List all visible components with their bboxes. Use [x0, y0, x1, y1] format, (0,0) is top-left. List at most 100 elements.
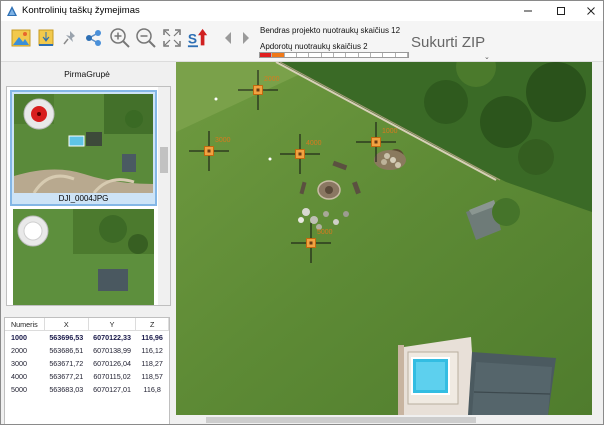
thumbnail-image — [13, 209, 154, 305]
column-header-z[interactable]: Z — [135, 318, 169, 331]
thumbnail-selected[interactable]: DJI_0004JPG — [10, 90, 157, 206]
table-header-row: Numeris X Y Z — [5, 318, 169, 331]
control-point-marker-3000[interactable]: 3000 — [189, 131, 231, 171]
cell-x: 563671,72 — [49, 359, 84, 368]
fit-screen-icon — [163, 29, 181, 47]
sort-icon: S — [187, 28, 208, 48]
minimize-icon — [524, 10, 532, 12]
table-row[interactable]: 1000 563696,53 6070122,33 116,96 — [5, 331, 169, 345]
create-zip-button[interactable]: Sukurti ZIP — [411, 34, 485, 51]
scrollbar-thumb[interactable] — [206, 417, 476, 423]
marker-label: 1000 — [382, 128, 398, 135]
toolbar-grip-icon[interactable]: ⌄ — [484, 53, 490, 61]
marker-label: 5000 — [317, 229, 333, 236]
zoom-out-icon — [136, 28, 156, 48]
sort-button[interactable]: S — [187, 27, 209, 49]
column-header-y[interactable]: Y — [88, 318, 137, 331]
fit-screen-button[interactable] — [161, 27, 183, 49]
window-title: Kontrolinių taškų žymejimas — [22, 5, 140, 16]
marker-label: 2000 — [264, 76, 280, 83]
progress-segment — [334, 53, 347, 57]
cell-y: 6070138,99 — [93, 346, 132, 355]
cell-number: 5000 — [11, 385, 27, 394]
progress-segment — [371, 53, 384, 57]
cell-z: 116,8 — [143, 385, 161, 394]
close-icon — [587, 7, 595, 15]
download-image-icon — [38, 29, 54, 46]
column-header-number[interactable]: Numeris — [5, 318, 45, 331]
vertical-scrollbar[interactable] — [592, 62, 603, 424]
processed-photos-label: Apdorotų nuotraukų skaičius 2 — [260, 42, 368, 51]
app-logo-icon — [7, 6, 17, 16]
control-point-marker-2000[interactable]: 2000 — [238, 70, 280, 110]
zoom-out-button[interactable] — [135, 27, 157, 49]
progress-segment — [322, 53, 334, 57]
thumbnail-scrollbar[interactable] — [158, 87, 170, 305]
progress-segment — [260, 53, 273, 57]
total-photos-label: Bendras projekto nuotraukų skaičius 12 — [260, 26, 401, 35]
cell-y: 6070122,33 — [93, 333, 132, 342]
control-point-marker-4000[interactable]: 4000 — [280, 134, 322, 174]
next-button[interactable] — [239, 27, 253, 49]
previous-button[interactable] — [221, 27, 235, 49]
cell-z: 118,57 — [141, 372, 163, 381]
thumbnail-list[interactable]: DJI_0004JPG — [6, 86, 171, 306]
progress-segment — [396, 53, 408, 57]
cell-z: 116,12 — [141, 346, 163, 355]
column-header-x[interactable]: X — [44, 318, 89, 331]
aerial-image-view[interactable]: 2000 3000 4000 1000 5000 — [176, 62, 592, 415]
table-row[interactable]: 4000 563677,21 6070115,02 118,57 — [5, 370, 169, 383]
table-row[interactable]: 2000 563686,51 6070138,99 116,12 — [5, 344, 169, 357]
zoom-in-button[interactable] — [109, 27, 131, 49]
horizontal-scrollbar[interactable] — [176, 415, 592, 424]
left-panel: PirmaGrupė DJI_0004JPG Numeris X Y Z 100… — [1, 62, 173, 424]
pin-icon — [63, 31, 75, 45]
thumbnail[interactable] — [13, 209, 154, 305]
cell-y: 6070126,04 — [93, 359, 132, 368]
progress-segment — [383, 53, 396, 57]
marker-layer: 2000 3000 4000 1000 5000 — [189, 70, 398, 263]
minimize-button[interactable] — [513, 1, 543, 21]
progress-segment — [309, 53, 322, 57]
app-window: Kontrolinių taškų žymejimas S Bendras pr… — [0, 0, 604, 425]
progress-bar — [259, 52, 409, 58]
cell-x: 563696,53 — [49, 333, 84, 342]
control-point-marker-5000[interactable]: 5000 — [291, 223, 333, 263]
share-nodes-icon — [86, 30, 101, 46]
cell-y: 6070127,01 — [93, 385, 132, 394]
marker-label: 3000 — [215, 137, 231, 144]
group-name: PirmaGrupė — [64, 69, 110, 79]
svg-text:S: S — [188, 32, 197, 47]
toolbar: S Bendras projekto nuotraukų skaičius 12… — [1, 21, 603, 62]
cell-number: 2000 — [11, 346, 27, 355]
coordinates-table: Numeris X Y Z 1000 563696,53 6070122,33 … — [4, 317, 170, 424]
cell-z: 118,27 — [141, 359, 163, 368]
arrow-right-icon — [243, 32, 249, 44]
thumbnail-image — [14, 94, 153, 193]
cell-z: 116,96 — [141, 333, 163, 342]
share-button[interactable] — [83, 27, 105, 49]
title-bar[interactable]: Kontrolinių taškų žymejimas — [1, 1, 603, 21]
cell-x: 563683,03 — [49, 385, 84, 394]
cell-number: 1000 — [11, 333, 27, 342]
cell-y: 6070115,02 — [93, 372, 131, 381]
cell-number: 3000 — [11, 359, 27, 368]
control-point-marker-1000[interactable]: 1000 — [356, 122, 398, 162]
cell-number: 4000 — [11, 372, 27, 381]
pin-button[interactable] — [59, 27, 81, 49]
maximize-icon — [557, 7, 565, 15]
table-row[interactable]: 3000 563671,72 6070126,04 118,27 — [5, 357, 169, 370]
cell-x: 563686,51 — [49, 346, 84, 355]
cell-x: 563677,21 — [49, 372, 84, 381]
maximize-button[interactable] — [546, 1, 576, 21]
progress-segment — [359, 53, 371, 57]
thumbnail-label: DJI_0004JPG — [58, 194, 109, 203]
zoom-in-icon — [110, 28, 130, 48]
progress-segment — [285, 53, 297, 57]
scrollbar-thumb[interactable] — [160, 147, 168, 173]
open-image-button[interactable] — [10, 27, 32, 49]
close-button[interactable] — [576, 1, 603, 21]
table-row[interactable]: 5000 563683,03 6070127,01 116,8 — [5, 383, 169, 396]
image-icon — [11, 29, 31, 47]
import-image-button[interactable] — [35, 27, 57, 49]
